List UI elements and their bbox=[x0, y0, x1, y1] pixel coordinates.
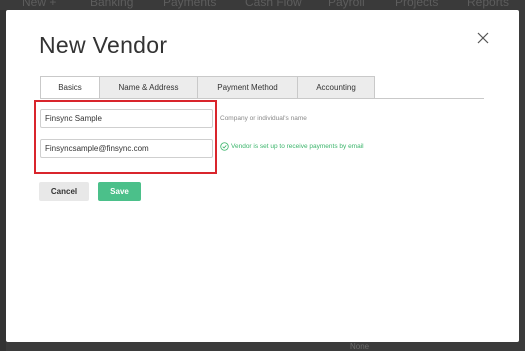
bg-nav-item: Payments bbox=[163, 0, 217, 9]
bg-nav-item: Projects bbox=[395, 0, 439, 9]
save-button[interactable]: Save bbox=[98, 182, 141, 201]
close-icon[interactable] bbox=[476, 31, 490, 45]
new-vendor-modal: New Vendor Basics Name & Address Payment… bbox=[6, 10, 519, 342]
tab-accounting[interactable]: Accounting bbox=[298, 76, 375, 99]
background-text: None bbox=[350, 342, 370, 351]
modal-title: New Vendor bbox=[39, 32, 168, 58]
bg-nav-item: Payroll bbox=[328, 0, 365, 9]
bg-nav-item: New + bbox=[22, 0, 57, 9]
cancel-button[interactable]: Cancel bbox=[39, 182, 89, 201]
tab-basics[interactable]: Basics bbox=[40, 76, 100, 99]
check-circle-icon bbox=[220, 142, 229, 151]
company-name-hint: Company or individual's name bbox=[220, 115, 307, 122]
tab-payment-method[interactable]: Payment Method bbox=[198, 76, 298, 99]
email-status-text: Vendor is set up to receive payments by … bbox=[231, 143, 364, 150]
tab-bar: Basics Name & Address Payment Method Acc… bbox=[40, 76, 375, 99]
company-name-field[interactable]: Finsync Sample bbox=[40, 109, 213, 128]
tab-name-address[interactable]: Name & Address bbox=[100, 76, 198, 99]
bg-nav-item: Banking bbox=[90, 0, 134, 9]
background-nav: New + Banking Payments Cash Flow Payroll… bbox=[0, 0, 525, 10]
email-status: Vendor is set up to receive payments by … bbox=[220, 142, 364, 151]
bg-nav-item: Cash Flow bbox=[245, 0, 302, 9]
email-field[interactable]: Finsyncsample@finsync.com bbox=[40, 139, 213, 158]
bg-nav-item: Reports bbox=[467, 0, 510, 9]
tab-divider bbox=[40, 98, 484, 99]
